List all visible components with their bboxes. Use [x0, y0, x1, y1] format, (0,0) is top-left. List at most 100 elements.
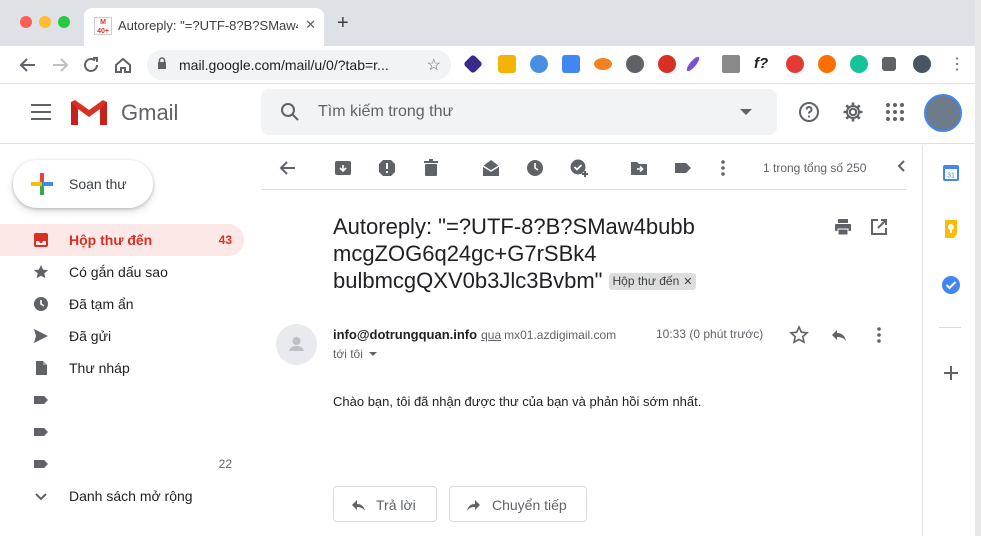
sidebar-item-label-1[interactable]	[0, 384, 244, 416]
extension-globe-icon[interactable]	[530, 55, 548, 73]
tab-title: Autoreply: "=?UTF-8?B?SMaw4bubb	[118, 18, 298, 33]
search-input[interactable]: Tìm kiếm trong thư	[318, 103, 453, 121]
search-options-caret-icon[interactable]	[740, 109, 752, 115]
extension-fire-icon[interactable]	[818, 55, 836, 73]
main-menu-icon[interactable]	[31, 104, 51, 120]
mark-unread-button[interactable]	[481, 158, 501, 178]
sidebar-item-label: Đã tạm ẩn	[69, 296, 134, 312]
extension-lock-icon[interactable]	[498, 55, 516, 73]
tab-strip: M40+ Autoreply: "=?UTF-8?B?SMaw4bubb ✕ +	[0, 0, 981, 46]
extension-translate-icon[interactable]	[562, 55, 580, 73]
more-actions-button[interactable]	[713, 158, 733, 178]
mail-open-icon	[482, 160, 500, 176]
calendar-icon[interactable]: 31	[941, 163, 961, 183]
sidebar-item-more[interactable]: Danh sách mở rộng	[0, 480, 244, 512]
trash-icon	[424, 159, 438, 176]
back-to-inbox-button[interactable]	[278, 158, 298, 178]
extension-grammarly-icon[interactable]	[850, 55, 868, 73]
tab-gmail[interactable]: M40+ Autoreply: "=?UTF-8?B?SMaw4bubb ✕	[84, 8, 324, 46]
apps-button[interactable]	[883, 100, 907, 124]
tab-close-icon[interactable]: ✕	[305, 17, 316, 33]
address-bar[interactable]: mail.google.com/mail/u/0/?tab=r... ☆	[147, 50, 451, 80]
message-toolbar: 1 trong tổng số 250	[261, 146, 907, 190]
previous-page-button[interactable]	[897, 158, 907, 179]
sidebar-item-label-2[interactable]	[0, 416, 244, 448]
back-arrow-icon	[19, 58, 35, 72]
subject-line-last: bulbmcgQXV0b3Jlc3Bvbm" Hộp thư đến ✕	[333, 267, 753, 294]
inbox-label-chip[interactable]: Hộp thư đến ✕	[608, 273, 697, 290]
profile-avatar-icon[interactable]	[913, 55, 931, 73]
sidebar-item-snoozed[interactable]: Đã tạm ẩn	[0, 288, 244, 320]
reload-icon	[84, 57, 98, 72]
sidebar-item-starred[interactable]: Có gắn dấu sao	[0, 256, 244, 288]
back-button[interactable]	[17, 54, 39, 76]
star-outline-icon[interactable]	[789, 325, 809, 345]
forward-button[interactable]	[49, 54, 71, 76]
pagination-text: 1 trong tổng số 250	[763, 161, 867, 175]
reply-icon[interactable]	[829, 325, 849, 345]
side-panel: 31	[922, 145, 978, 536]
add-addon-icon[interactable]	[941, 363, 961, 383]
reload-button[interactable]	[80, 54, 102, 76]
arrow-left-icon	[279, 161, 295, 175]
reply-button[interactable]: Trả lời	[333, 486, 437, 522]
folder-move-icon	[631, 162, 647, 175]
recipient-details-toggle[interactable]: tới tôi	[333, 347, 377, 361]
move-to-button[interactable]	[629, 158, 649, 178]
gmail-wordmark: Gmail	[121, 100, 179, 125]
account-avatar[interactable]	[924, 94, 962, 132]
extension-f-icon[interactable]: f?	[754, 55, 772, 73]
extension-feather-icon[interactable]	[684, 55, 702, 73]
bookmark-star-icon[interactable]: ☆	[427, 55, 441, 75]
sidebar-item-inbox[interactable]: Hộp thư đến 43	[0, 224, 244, 256]
sender-email[interactable]: info@dotrungquan.info	[333, 327, 477, 342]
label-count: 22	[218, 457, 232, 471]
extension-redirect-icon[interactable]	[626, 55, 644, 73]
keep-icon[interactable]	[941, 219, 961, 239]
extension-1-icon[interactable]	[463, 54, 483, 74]
side-panel-divider	[939, 327, 961, 328]
tab-badge: 40+	[97, 28, 109, 35]
support-button[interactable]	[797, 100, 821, 124]
sidebar-item-drafts[interactable]: Thư nháp	[0, 352, 244, 384]
print-icon[interactable]	[834, 218, 852, 236]
open-new-window-icon[interactable]	[870, 218, 888, 236]
browser-menu-icon[interactable]: ⋮	[946, 54, 968, 76]
draft-icon	[36, 361, 47, 375]
forward-icon	[467, 500, 480, 511]
compose-button[interactable]: Soạn thư	[13, 160, 153, 208]
sidebar-item-sent[interactable]: Đã gửi	[0, 320, 244, 352]
close-window-button[interactable]	[20, 16, 32, 28]
report-spam-button[interactable]	[377, 158, 397, 178]
search-bar[interactable]: Tìm kiếm trong thư	[261, 89, 777, 135]
minimize-window-button[interactable]	[39, 16, 51, 28]
delete-button[interactable]	[421, 158, 441, 178]
compose-plus-icon	[31, 173, 53, 195]
extension-phone-icon[interactable]	[786, 55, 804, 73]
tasks-icon[interactable]	[941, 275, 961, 295]
add-to-tasks-button[interactable]	[569, 158, 589, 178]
more-vert-icon[interactable]	[869, 325, 889, 345]
sender-line: info@dotrungquan.info qua mx01.azdigimail.…	[333, 327, 616, 342]
home-button[interactable]	[112, 54, 134, 76]
extension-cloudflare-icon[interactable]	[594, 58, 612, 70]
sidebar-item-label-3[interactable]: 22	[0, 448, 244, 480]
window-scrollbar[interactable]	[975, 0, 981, 536]
settings-button[interactable]	[841, 100, 865, 124]
archive-button[interactable]	[333, 158, 353, 178]
clock-icon	[34, 297, 48, 311]
snooze-button[interactable]	[525, 158, 545, 178]
search-icon[interactable]	[279, 101, 301, 123]
forward-button[interactable]: Chuyển tiếp	[449, 486, 587, 522]
labels-button[interactable]	[673, 158, 693, 178]
new-tab-button[interactable]: +	[337, 13, 349, 33]
extensions-puzzle-icon[interactable]	[882, 57, 896, 71]
more-vert-icon	[721, 160, 725, 176]
maximize-window-button[interactable]	[58, 16, 70, 28]
extension-a-icon[interactable]	[658, 55, 676, 73]
reply-icon	[352, 500, 365, 511]
via-link[interactable]: qua	[481, 328, 501, 342]
extension-drive-icon[interactable]	[722, 55, 740, 73]
reply-label: Trả lời	[376, 497, 416, 513]
remove-label-icon[interactable]: ✕	[683, 276, 692, 288]
